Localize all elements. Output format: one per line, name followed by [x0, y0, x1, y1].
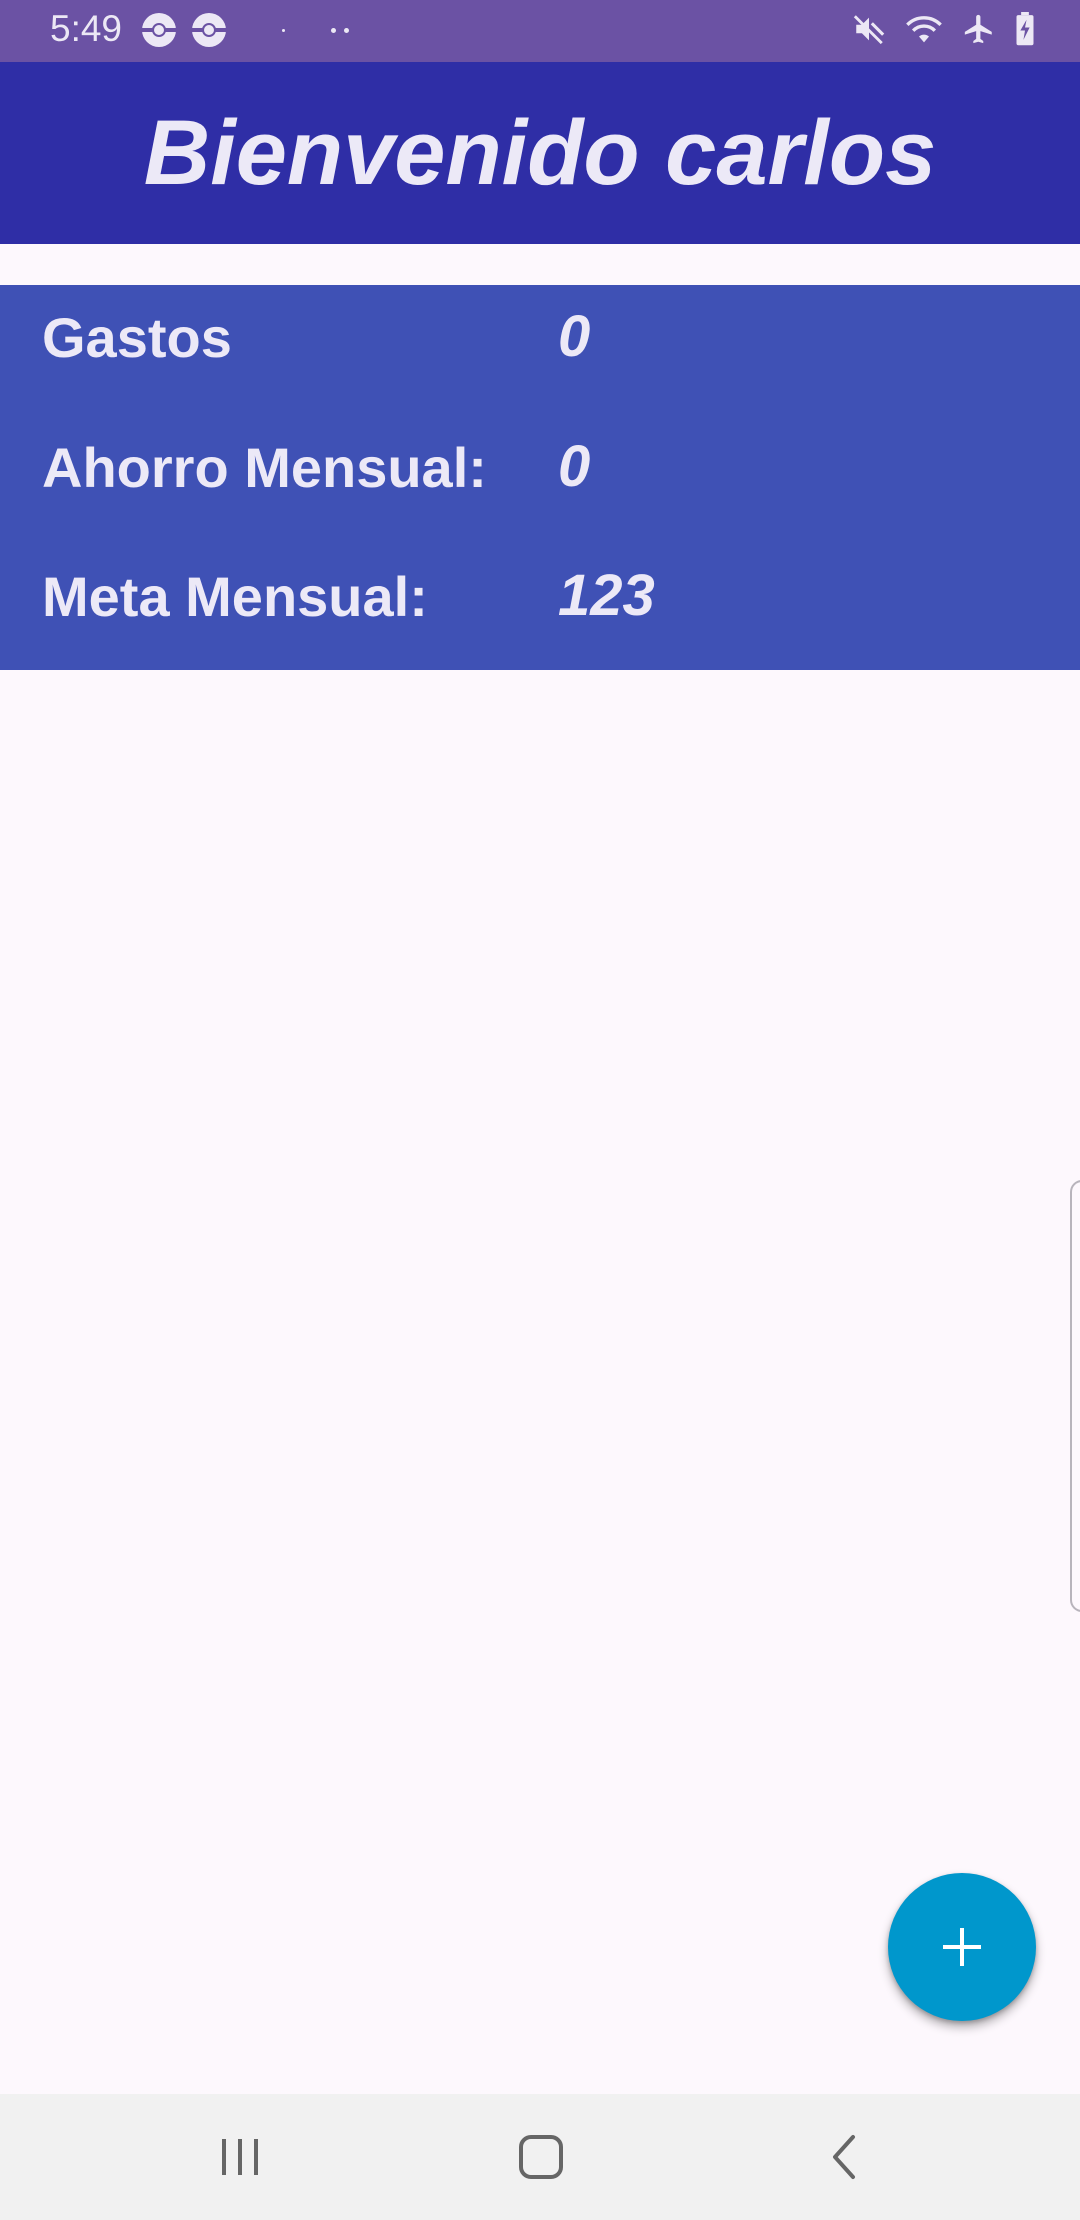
status-bar: 5:49: [0, 0, 1080, 62]
meta-mensual-label: Meta Mensual:: [42, 565, 428, 628]
system-nav-bar: [0, 2094, 1080, 2220]
summary-card: Gastos 0 Ahorro Mensual: 0 Meta Mensual:…: [0, 285, 1080, 670]
plus-icon: [943, 1928, 981, 1966]
airplane-mode-icon: [962, 12, 996, 46]
ahorro-mensual-value: 0: [558, 434, 591, 499]
wifi-icon: [904, 12, 944, 46]
summary-row-ahorro-mensual: Ahorro Mensual: 0: [0, 415, 1080, 515]
meta-mensual-value: 123: [558, 563, 655, 628]
status-time: 5:49: [50, 8, 123, 49]
more-dots-icon: [331, 27, 357, 33]
home-icon: [519, 2135, 563, 2179]
welcome-title: Bienvenido carlos: [143, 101, 937, 204]
recent-apps-button[interactable]: [200, 2122, 280, 2192]
edge-panel-handle[interactable]: [1070, 1180, 1080, 1612]
app-bar: Bienvenido carlos: [0, 62, 1080, 244]
ahorro-mensual-label: Ahorro Mensual:: [42, 436, 487, 499]
gastos-value: 0: [558, 304, 591, 369]
dot-icon: [282, 28, 285, 32]
app-screen: 5:49 Bienvenido carlos Gastos 0 Ahorro M…: [0, 0, 1080, 2220]
status-notification-icons: [142, 13, 357, 47]
pokeball-icon: [142, 13, 176, 47]
gastos-label: Gastos: [42, 306, 232, 369]
pokeball-icon: [192, 13, 226, 47]
add-button[interactable]: [888, 1873, 1036, 2021]
mute-icon: [852, 12, 886, 46]
recent-apps-icon: [222, 2139, 258, 2175]
summary-row-meta-mensual: Meta Mensual: 123: [0, 544, 1080, 644]
home-button[interactable]: [501, 2122, 581, 2192]
status-system-icons: [852, 12, 1036, 46]
battery-charging-icon: [1014, 12, 1036, 46]
back-icon: [833, 2135, 855, 2179]
back-button[interactable]: [805, 2122, 885, 2192]
summary-row-gastos: Gastos 0: [0, 285, 1080, 385]
